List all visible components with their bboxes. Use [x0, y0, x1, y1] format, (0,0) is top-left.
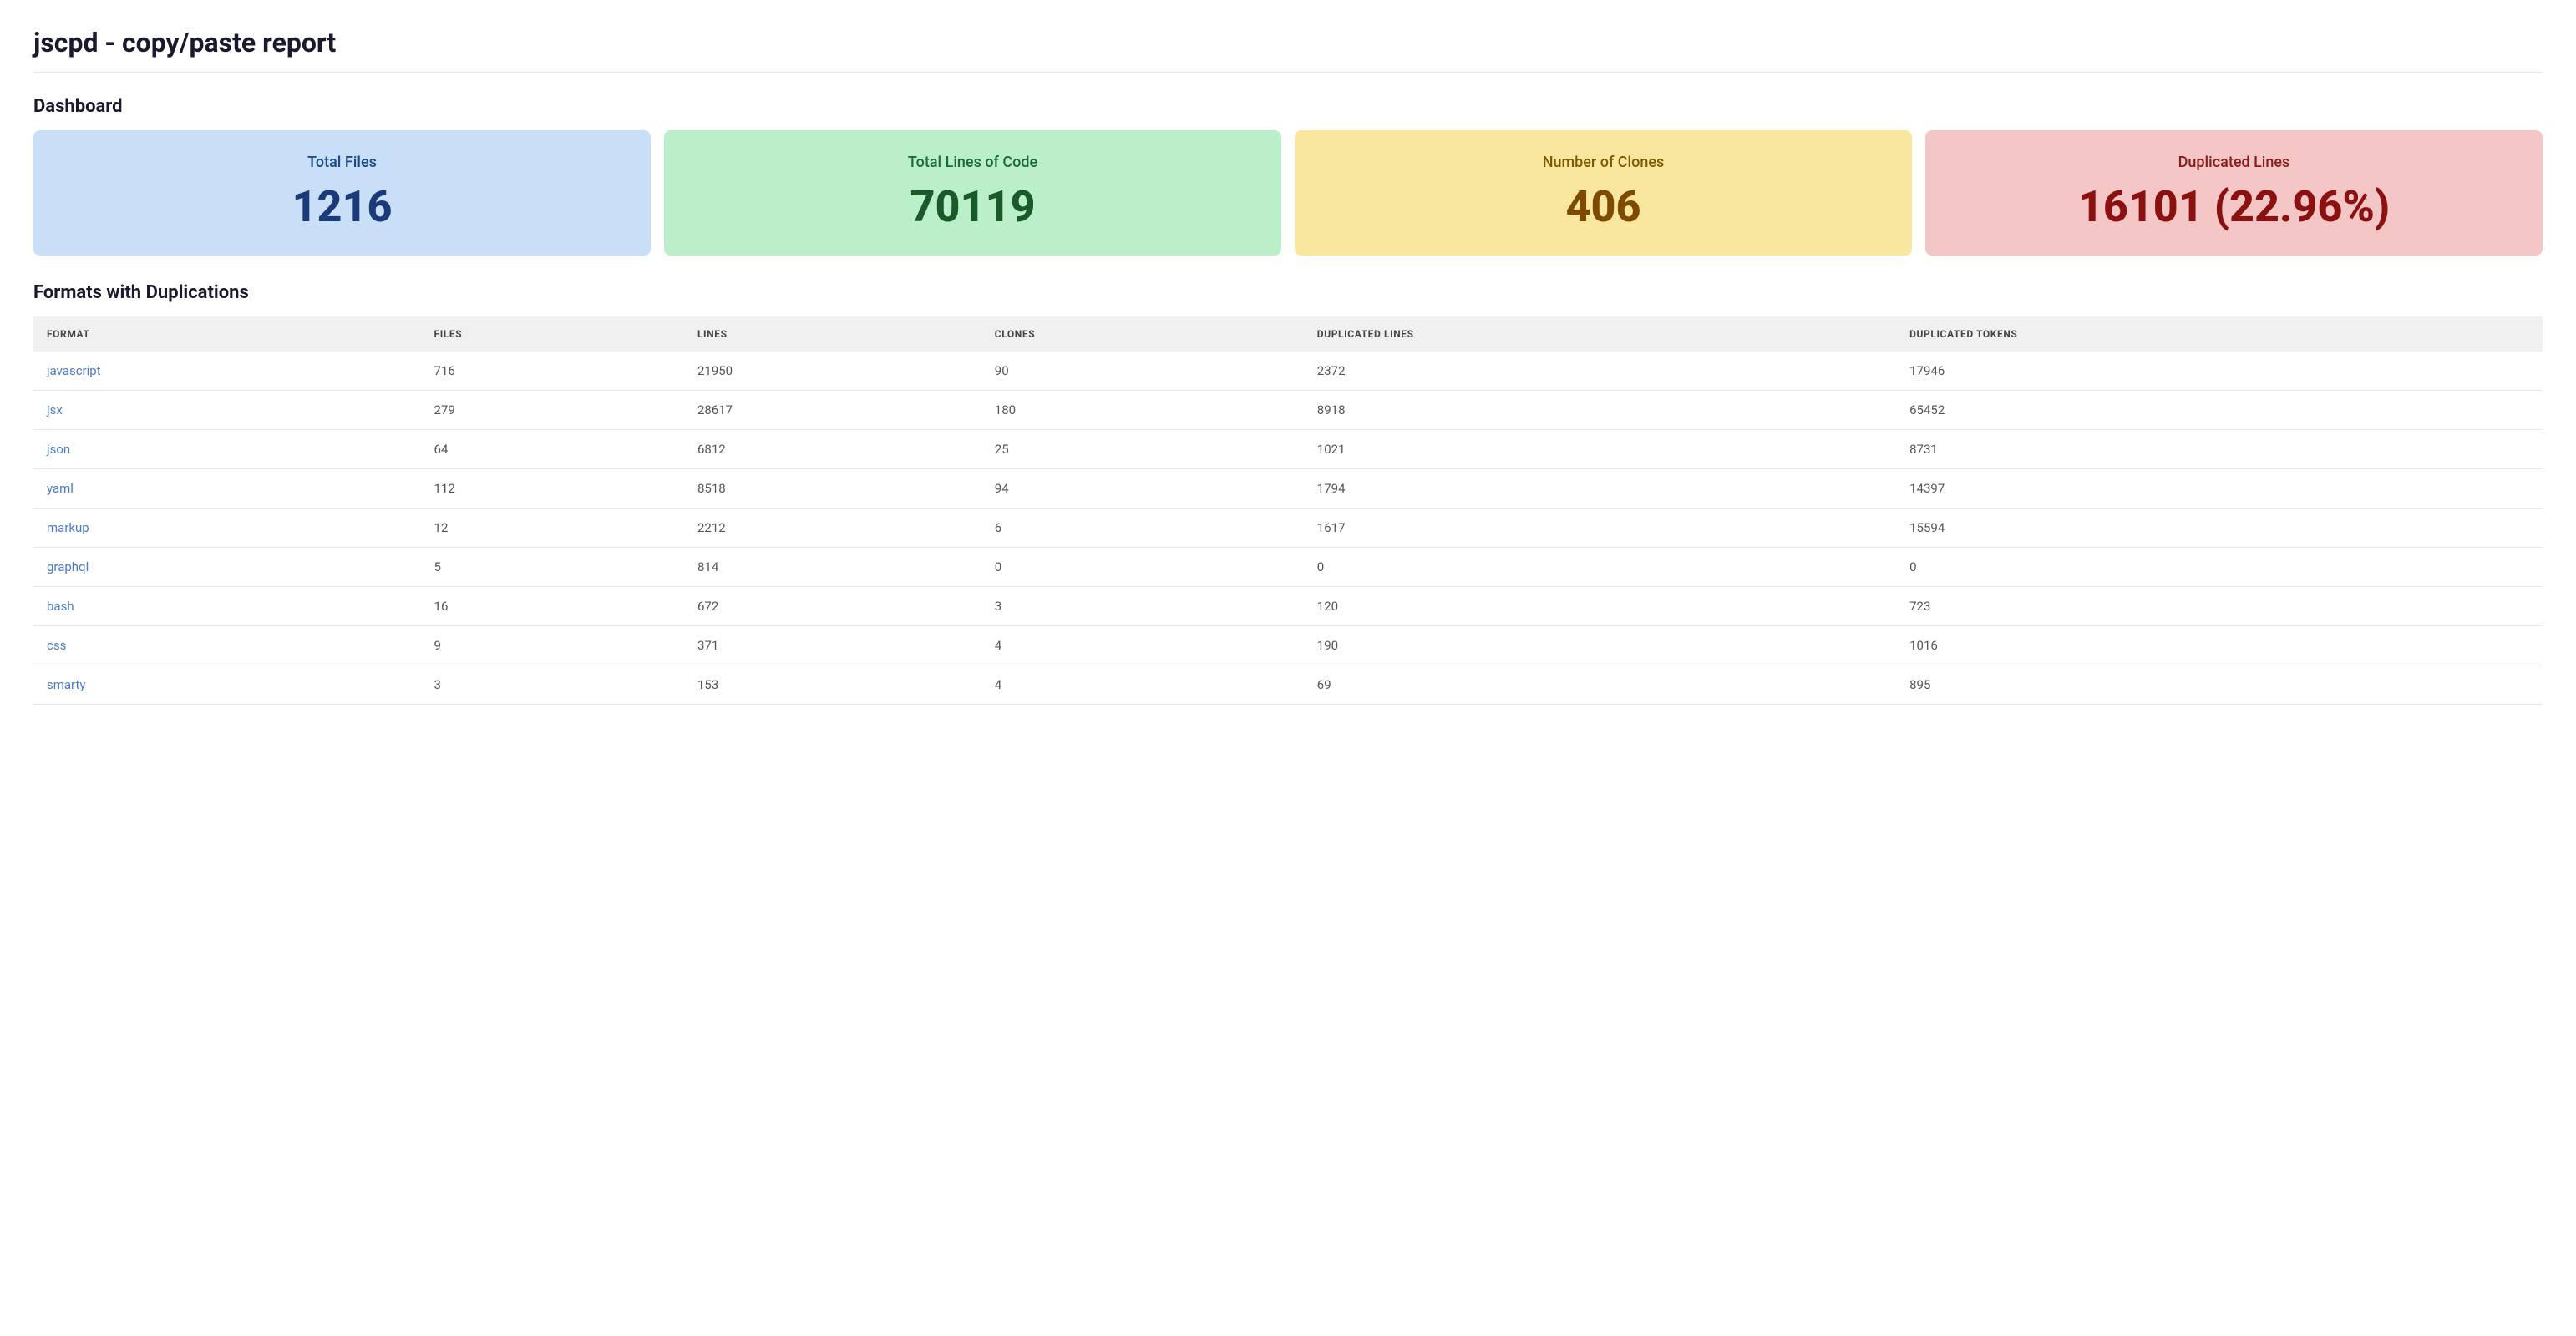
cell-duplicated_tokens: 723	[1896, 587, 2543, 626]
cell-files: 12	[421, 509, 684, 548]
cell-files: 3	[421, 665, 684, 705]
cell-clones: 6	[981, 509, 1304, 548]
format-link[interactable]: markup	[47, 520, 89, 535]
cell-format[interactable]: javascript	[33, 352, 421, 391]
cell-format[interactable]: bash	[33, 587, 421, 626]
stat-label: Total Files	[50, 154, 634, 171]
cell-lines: 814	[684, 548, 981, 587]
col-header-duplicated-tokens: DUPLICATED TOKENS	[1896, 316, 2543, 352]
format-link[interactable]: json	[47, 442, 70, 457]
cell-duplicated_tokens: 8731	[1896, 430, 2543, 469]
table-row: bash 166723120723	[33, 587, 2543, 626]
cell-format[interactable]: markup	[33, 509, 421, 548]
table-row: yaml 112851894179414397	[33, 469, 2543, 509]
stat-card-num-clones: Number of Clones 406	[1295, 130, 1912, 256]
cell-files: 716	[421, 352, 684, 391]
cell-duplicated_lines: 120	[1304, 587, 1896, 626]
cell-duplicated_tokens: 895	[1896, 665, 2543, 705]
cell-format[interactable]: jsx	[33, 391, 421, 430]
cell-format[interactable]: smarty	[33, 665, 421, 705]
cell-duplicated_tokens: 1016	[1896, 626, 2543, 665]
cell-clones: 90	[981, 352, 1304, 391]
cell-duplicated_tokens: 15594	[1896, 509, 2543, 548]
table-row: smarty 3153469895	[33, 665, 2543, 705]
cell-lines: 8518	[684, 469, 981, 509]
table-row: javascript 7162195090237217946	[33, 352, 2543, 391]
table-header: FORMATFILESLINESCLONESDUPLICATED LINESDU…	[33, 316, 2543, 352]
stat-card-total-lines: Total Lines of Code 70119	[664, 130, 1281, 256]
cell-duplicated_lines: 1794	[1304, 469, 1896, 509]
stat-card-dup-lines: Duplicated Lines 16101 (22.96%)	[1925, 130, 2543, 256]
cell-files: 112	[421, 469, 684, 509]
cell-files: 279	[421, 391, 684, 430]
table-row: graphql5814000	[33, 548, 2543, 587]
table-row: markup 1222126161715594	[33, 509, 2543, 548]
cell-clones: 4	[981, 665, 1304, 705]
cell-format[interactable]: yaml	[33, 469, 421, 509]
col-header-clones: CLONES	[981, 316, 1304, 352]
cell-files: 5	[421, 548, 684, 587]
stat-value: 16101 (22.96%)	[1942, 181, 2526, 232]
format-link[interactable]: bash	[47, 599, 74, 614]
format-link[interactable]: yaml	[47, 481, 74, 496]
cell-duplicated_lines: 8918	[1304, 391, 1896, 430]
table-body: javascript7162195090237217946jsx27928617…	[33, 352, 2543, 705]
cell-format[interactable]: graphql	[33, 548, 421, 587]
stat-value: 406	[1311, 181, 1895, 232]
format-link[interactable]: css	[47, 638, 66, 653]
format-link[interactable]: javascript	[47, 363, 101, 378]
stat-label: Total Lines of Code	[681, 154, 1265, 171]
formats-table: FORMATFILESLINESCLONESDUPLICATED LINESDU…	[33, 316, 2543, 705]
stat-value: 70119	[681, 181, 1265, 232]
cell-duplicated_lines: 0	[1304, 548, 1896, 587]
table-header-row: FORMATFILESLINESCLONESDUPLICATED LINESDU…	[33, 316, 2543, 352]
cell-clones: 94	[981, 469, 1304, 509]
col-header-lines: LINES	[684, 316, 981, 352]
cell-duplicated_tokens: 65452	[1896, 391, 2543, 430]
col-header-files: FILES	[421, 316, 684, 352]
table-row: json 6468122510218731	[33, 430, 2543, 469]
cell-clones: 180	[981, 391, 1304, 430]
cell-files: 64	[421, 430, 684, 469]
cell-duplicated_tokens: 0	[1896, 548, 2543, 587]
stat-value: 1216	[50, 181, 634, 232]
stat-label: Number of Clones	[1311, 154, 1895, 171]
stat-card-total-files: Total Files 1216	[33, 130, 651, 256]
table-row: jsx 27928617180891865452	[33, 391, 2543, 430]
cell-duplicated_lines: 1021	[1304, 430, 1896, 469]
cell-format[interactable]: css	[33, 626, 421, 665]
format-link[interactable]: jsx	[47, 402, 63, 418]
cell-format[interactable]: json	[33, 430, 421, 469]
cell-duplicated_lines: 1617	[1304, 509, 1896, 548]
cell-files: 9	[421, 626, 684, 665]
cell-duplicated_tokens: 14397	[1896, 469, 2543, 509]
cell-lines: 153	[684, 665, 981, 705]
page-title: jscpd - copy/paste report	[33, 27, 2543, 73]
stat-label: Duplicated Lines	[1942, 154, 2526, 171]
cell-clones: 3	[981, 587, 1304, 626]
cell-clones: 4	[981, 626, 1304, 665]
table-row: css 937141901016	[33, 626, 2543, 665]
dashboard-section-title: Dashboard	[33, 96, 2543, 117]
cell-lines: 2212	[684, 509, 981, 548]
cell-lines: 371	[684, 626, 981, 665]
format-link[interactable]: graphql	[47, 559, 89, 574]
cell-clones: 25	[981, 430, 1304, 469]
cell-lines: 6812	[684, 430, 981, 469]
stats-grid: Total Files 1216 Total Lines of Code 70119 N…	[33, 130, 2543, 256]
cell-files: 16	[421, 587, 684, 626]
cell-lines: 672	[684, 587, 981, 626]
cell-duplicated_lines: 190	[1304, 626, 1896, 665]
cell-lines: 28617	[684, 391, 981, 430]
col-header-format: FORMAT	[33, 316, 421, 352]
cell-clones: 0	[981, 548, 1304, 587]
cell-duplicated_lines: 69	[1304, 665, 1896, 705]
cell-lines: 21950	[684, 352, 981, 391]
cell-duplicated_lines: 2372	[1304, 352, 1896, 391]
col-header-duplicated-lines: DUPLICATED LINES	[1304, 316, 1896, 352]
formats-section-title: Formats with Duplications	[33, 282, 2543, 303]
cell-duplicated_tokens: 17946	[1896, 352, 2543, 391]
format-link[interactable]: smarty	[47, 677, 86, 692]
